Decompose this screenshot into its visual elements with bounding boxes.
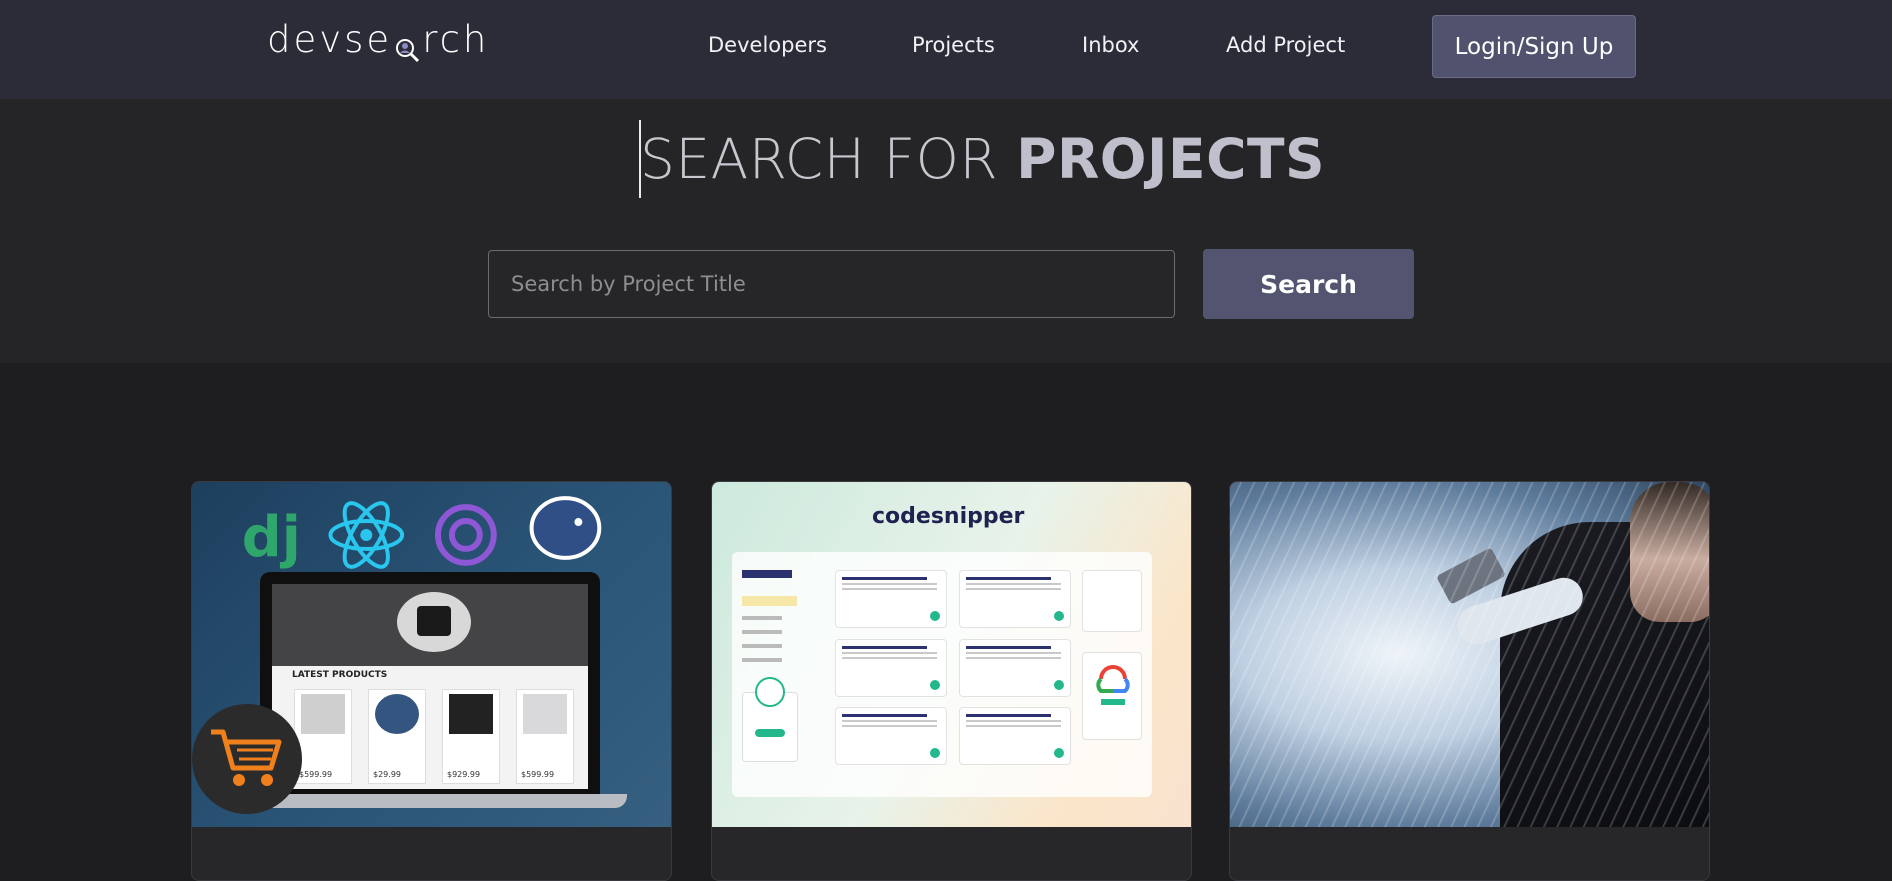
page-title-light: SEARCH FOR — [640, 127, 1017, 191]
ecommerce-django-react-thumbnail: dj LATEST PRODUCTS $599.99 $29.99 $929.9… — [192, 482, 671, 827]
magnifier-icon — [393, 30, 421, 62]
nav-link-add-project[interactable]: Add Project — [1226, 33, 1345, 57]
shopping-cart-icon — [192, 704, 302, 814]
login-signup-button[interactable]: Login/Sign Up — [1432, 15, 1636, 78]
app-sidebar — [742, 564, 810, 789]
google-cloud-icon — [1096, 665, 1130, 705]
carousel-header — [272, 584, 588, 666]
camera-image — [397, 592, 471, 652]
product-price: $599.99 — [521, 770, 555, 779]
product-tile: $29.99 — [368, 689, 426, 784]
product-tile: $599.99 — [516, 689, 574, 784]
logo-text-left: devse — [267, 18, 393, 61]
codesnipper-brand: codesnipper — [872, 504, 1025, 529]
logo-text-right: rch — [422, 18, 490, 61]
tech-logos-icon: dj — [242, 496, 602, 570]
latest-products-heading: LATEST PRODUCTS — [292, 670, 388, 680]
nav-link-developers[interactable]: Developers — [708, 33, 827, 57]
page-title: SEARCH FOR PROJECTS — [640, 127, 1325, 191]
card-body — [712, 827, 1191, 880]
laptop-base — [237, 794, 627, 808]
codesnipper-app-mockup — [732, 552, 1152, 797]
nav-link-projects[interactable]: Projects — [912, 33, 995, 57]
product-price: $29.99 — [373, 770, 401, 779]
project-card[interactable]: codesnipper — [711, 481, 1192, 881]
card-body — [192, 827, 671, 880]
hero-section: SEARCH FOR PROJECTS — [0, 99, 1892, 363]
winter-action-poster-thumbnail — [1230, 482, 1709, 827]
nav-link-inbox[interactable]: Inbox — [1082, 33, 1139, 57]
laptop-mockup: LATEST PRODUCTS $599.99 $29.99 $929.99 $… — [260, 572, 600, 797]
svg-text:dj: dj — [242, 505, 301, 570]
page-title-bold: PROJECTS — [1016, 127, 1326, 191]
product-price: $929.99 — [447, 770, 481, 779]
project-card[interactable]: dj LATEST PRODUCTS $599.99 $29.99 $929.9… — [191, 481, 672, 881]
store-screen: LATEST PRODUCTS $599.99 $29.99 $929.99 $… — [272, 584, 588, 789]
navbar: devse rch Developers Projects Inbox Add … — [0, 0, 1892, 99]
search-input[interactable] — [488, 250, 1175, 318]
card-body — [1230, 827, 1709, 880]
product-tile: $929.99 — [442, 689, 500, 784]
search-button[interactable]: Search — [1203, 249, 1414, 319]
devsearch-logo[interactable]: devse rch — [267, 18, 490, 62]
product-price: $599.99 — [299, 770, 333, 779]
snow-overlay — [1230, 482, 1709, 827]
project-card[interactable] — [1229, 481, 1710, 881]
product-tile: $599.99 — [294, 689, 352, 784]
codesnipper-thumbnail: codesnipper — [712, 482, 1191, 827]
